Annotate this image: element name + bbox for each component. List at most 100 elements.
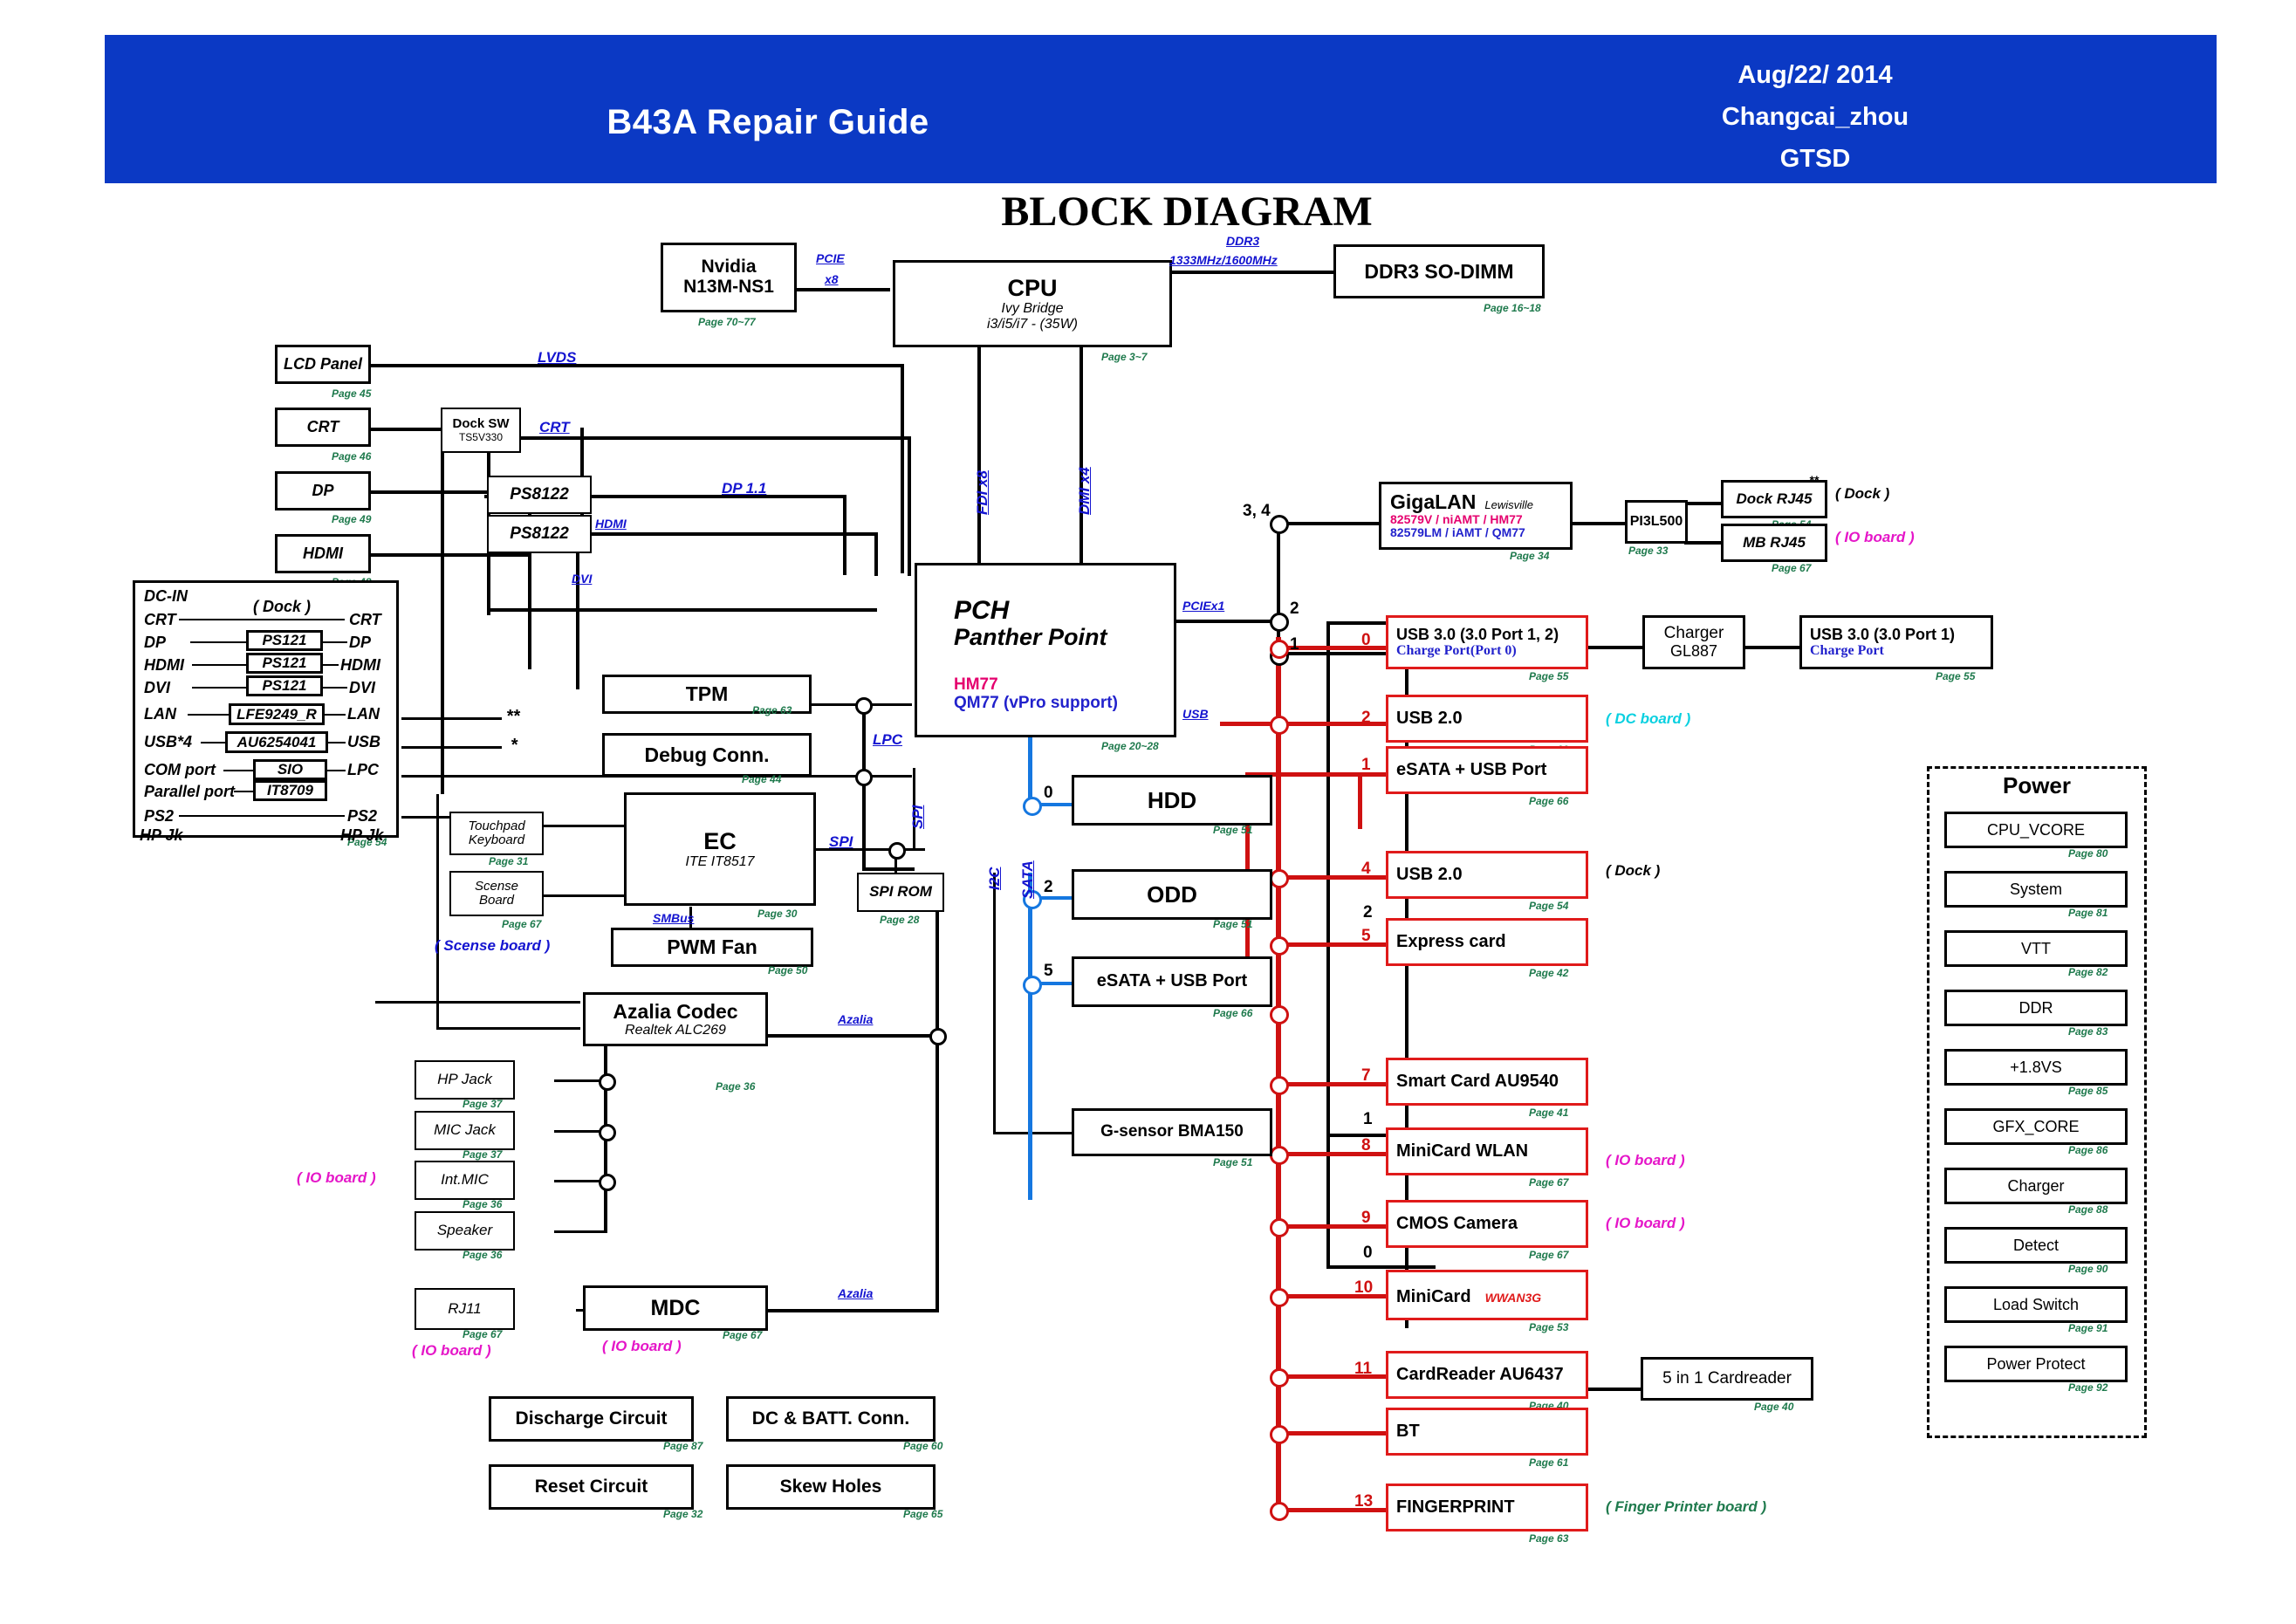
chip-ps121-dvi[interactable]: PS121 [246,675,323,696]
block-crt[interactable]: CRT [275,408,371,447]
block-mb-rj45[interactable]: MB RJ45 [1721,524,1827,562]
block-gsensor[interactable]: G-sensor BMA150 [1072,1108,1272,1156]
power-item-cpu-vcore[interactable]: CPU_VCORE [1944,812,2128,848]
bus-label-i2c: I2C [986,867,1003,890]
chip-lfe9249r[interactable]: LFE9249_R [229,703,325,725]
block-dock-sw[interactable]: Dock SW TS5V330 [441,408,521,453]
wire-dock-riser-4 [576,532,579,689]
block-azalia-codec[interactable]: Azalia Codec Realtek ALC269 [583,992,768,1046]
block-speaker[interactable]: Speaker [415,1211,515,1251]
block-hp-jack[interactable]: HP Jack [415,1060,515,1100]
block-hdd[interactable]: HDD [1072,775,1272,826]
block-odd[interactable]: ODD [1072,869,1272,920]
chip-it8709[interactable]: IT8709 [253,780,327,801]
block-nvidia[interactable]: Nvidia N13M-NS1 [661,243,797,312]
power-item-vtt[interactable]: VTT [1944,930,2128,967]
chip-sio[interactable]: SIO [253,759,327,780]
wire-dock-usb [401,746,502,749]
block-ec[interactable]: EC ITE IT8517 [624,792,816,906]
power-item-gfx-core[interactable]: GFX_CORE [1944,1108,2128,1145]
wire-cpu-ddr3 [1169,271,1335,274]
page-azalia: Page 36 [716,1080,756,1093]
pcie-pin-wwan: 0 [1363,1244,1373,1262]
page-dp: Page 49 [332,513,372,525]
block-mic-jack[interactable]: MIC Jack [415,1111,515,1150]
block-debug-conn[interactable]: Debug Conn. [602,733,812,777]
block-usb30-port12[interactable]: USB 3.0 (3.0 Port 1, 2) Charge Port(Port… [1386,615,1588,669]
wire-pciex1 [1174,620,1274,623]
block-cpu[interactable]: CPU Ivy Bridge i3/i5/i7 - (35W) [893,260,1172,347]
header-author: Changcai_zhou [1721,103,1909,131]
dock-left-ps2: PS2 [144,807,175,825]
block-spi-rom[interactable]: SPI ROM [857,873,944,912]
bus-label-azalia2: Azalia [838,1286,874,1300]
block-touchpad-keyboard[interactable]: Touchpad Keyboard [449,812,544,855]
power-item-1v8vs[interactable]: +1.8VS [1944,1049,2128,1086]
sata-pin-hdd: 0 [1044,784,1053,802]
dock-line-lan-r [325,714,346,716]
block-bt[interactable]: BT [1386,1408,1588,1456]
power-item-detect[interactable]: Detect [1944,1227,2128,1264]
wire-lpc-ec [862,867,915,871]
note-scense-board: ( Scense board ) [435,937,551,954]
block-ps8122-dp[interactable]: PS8122 [487,476,592,514]
power-item-power-protect[interactable]: Power Protect [1944,1346,2128,1382]
block-dc-batt-conn[interactable]: DC & BATT. Conn. [726,1396,936,1442]
junction-dot-azalia [929,1028,947,1045]
power-item-system[interactable]: System [1944,871,2128,908]
chip-au6254041[interactable]: AU6254041 [225,731,328,753]
block-gigalan[interactable]: GigaLAN Lewisville 82579V / niAMT / HM77… [1379,482,1573,550]
block-usb20-dc[interactable]: USB 2.0 [1386,695,1588,743]
block-scense-board[interactable]: Scense Board [449,871,544,916]
page-cpu: Page 3~7 [1101,351,1148,363]
block-discharge-circuit[interactable]: Discharge Circuit [489,1396,694,1442]
block-esata-sata-port[interactable]: eSATA + USB Port [1072,956,1272,1007]
block-cardreader[interactable]: CardReader AU6437 [1386,1351,1588,1399]
block-express-card[interactable]: Express card [1386,918,1588,966]
block-usb30-port1[interactable]: USB 3.0 (3.0 Port 1) Charge Port [1799,615,1993,669]
block-rj11[interactable]: RJ11 [415,1288,515,1330]
block-reset-circuit[interactable]: Reset Circuit [489,1464,694,1510]
block-ps8122-hdmi[interactable]: PS8122 [487,515,592,553]
chip-ps121-hdmi[interactable]: PS121 [246,653,323,674]
dock-right-dvi: DVI [349,679,376,696]
usb-pin-10: 10 [1354,1278,1374,1297]
block-mdc[interactable]: MDC [583,1285,768,1331]
block-pch[interactable]: PCH Panther Point HM77 QM77 (vPro suppor… [915,563,1176,737]
block-minicard-wwan[interactable]: MiniCard WWAN3G [1386,1270,1588,1320]
block-esata-usb-port[interactable]: eSATA + USB Port [1386,746,1588,794]
block-hdmi[interactable]: HDMI [275,534,371,573]
power-item-charger[interactable]: Charger [1944,1168,2128,1204]
block-cmos-camera[interactable]: CMOS Camera [1386,1200,1588,1248]
dock-right-dp: DP [349,634,372,651]
block-dp[interactable]: DP [275,471,371,510]
usb-pin-0: 0 [1361,631,1371,649]
wire-usb30-charger [1588,646,1642,649]
page-bt: Page 61 [1529,1456,1569,1469]
block-pi3l500[interactable]: PI3L500 [1625,500,1688,544]
page-discharge: Page 87 [663,1440,703,1452]
bus-label-lpc: LPC [873,731,902,748]
block-ddr3-sodimm[interactable]: DDR3 SO-DIMM [1333,244,1545,298]
junction-dot-usb9 [1270,1218,1289,1237]
block-pwm-fan[interactable]: PWM Fan [611,928,813,967]
block-skew-holes[interactable]: Skew Holes [726,1464,936,1510]
block-5in1-cardreader[interactable]: 5 in 1 Cardreader [1641,1357,1813,1401]
pcie-pin-wlan: 1 [1363,1110,1373,1128]
block-minicard-wlan[interactable]: MiniCard WLAN [1386,1127,1588,1175]
wire-mdc-up [936,1034,939,1312]
block-charger-gl887[interactable]: Charger GL887 [1642,615,1745,669]
block-fingerprint[interactable]: FINGERPRINT [1386,1484,1588,1531]
page-title: B43A Repair Guide [607,103,929,141]
block-smart-card[interactable]: Smart Card AU9540 [1386,1058,1588,1106]
power-item-ddr[interactable]: DDR [1944,990,2128,1026]
junction-dot-pciex1 [1270,613,1289,632]
power-item-load-switch[interactable]: Load Switch [1944,1286,2128,1323]
block-usb20-dock[interactable]: USB 2.0 [1386,851,1588,899]
block-lcd-panel[interactable]: LCD Panel [275,345,371,384]
dock-left-usb: USB*4 [144,733,193,750]
block-int-mic[interactable]: Int.MIC [415,1161,515,1200]
dock-line-dp-r [323,641,347,643]
chip-ps121-dp[interactable]: PS121 [246,630,323,651]
bus-label-smbus: SMBus [653,911,695,925]
